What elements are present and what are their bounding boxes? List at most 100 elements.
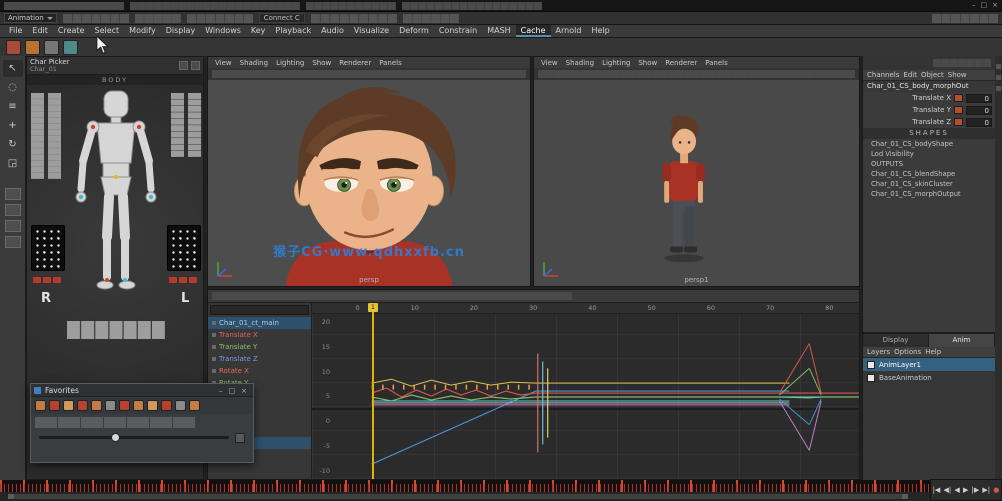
layout-button[interactable]	[5, 204, 21, 216]
channelbox-menu-item[interactable]: Show	[948, 71, 967, 79]
shelf-icon[interactable]	[25, 40, 40, 55]
object-name[interactable]: Char_01_CS_body_morphOut	[863, 81, 995, 92]
range-handle-start[interactable]	[8, 494, 14, 499]
window-control-button[interactable]: □	[981, 0, 988, 11]
sidebar-toggle-icon[interactable]	[996, 64, 1001, 69]
menu-item[interactable]: Help	[586, 25, 614, 37]
channel-row[interactable]: Char_01_ct_main	[208, 317, 311, 329]
playback-button[interactable]: |▶	[971, 486, 979, 494]
tool-icon[interactable]	[105, 400, 116, 411]
keyed-indicator[interactable]	[954, 118, 963, 126]
history-icons[interactable]	[311, 14, 397, 23]
layer-checkbox[interactable]	[867, 361, 875, 369]
menu-item[interactable]: Modify	[124, 25, 161, 37]
search-input[interactable]	[210, 305, 309, 315]
file-icons[interactable]	[63, 14, 129, 23]
viewport-menu-item[interactable]: Shading	[237, 59, 271, 67]
picker-buttons-bottom[interactable]	[67, 321, 165, 339]
current-frame-flag[interactable]: 1	[368, 303, 378, 312]
playback-button[interactable]: ▶	[963, 486, 968, 494]
menu-item[interactable]: Playback	[270, 25, 316, 37]
menu-item[interactable]: Deform	[394, 25, 434, 37]
channel-row[interactable]: Translate Z	[208, 353, 311, 365]
tool-icon[interactable]	[63, 400, 74, 411]
channel-attr-row[interactable]: Translate Z 0	[863, 116, 995, 128]
layer-menu-item[interactable]: Options	[894, 348, 921, 356]
window-control-button[interactable]: ×	[238, 387, 250, 395]
layer-menu-item[interactable]: Layers	[867, 348, 890, 356]
menu-item[interactable]: Edit	[27, 25, 53, 37]
tool-button[interactable]: ◲	[3, 155, 23, 172]
viewport-menu-item[interactable]: View	[212, 59, 235, 67]
tool-icon[interactable]	[147, 400, 158, 411]
tool-button[interactable]: ↖	[3, 60, 23, 77]
anim-layer-row[interactable]: BaseAnimation	[863, 371, 995, 384]
tool-button[interactable]: ◌	[3, 79, 23, 96]
layer-checkbox[interactable]	[867, 374, 875, 382]
tool-icon[interactable]	[133, 400, 144, 411]
menu-item[interactable]: Visualize	[349, 25, 394, 37]
menu-item[interactable]: Display	[161, 25, 201, 37]
graph-canvas-area[interactable]: 01020304050607080 20151050-5-10	[312, 303, 859, 479]
viewport-menu-item[interactable]: Panels	[702, 59, 731, 67]
shelf-icon[interactable]	[63, 40, 78, 55]
playback-button[interactable]: ▶|	[982, 486, 990, 494]
menu-item[interactable]: Create	[53, 25, 90, 37]
tool-icon[interactable]	[175, 400, 186, 411]
slider-knob[interactable]	[111, 433, 120, 442]
picker-character-rig[interactable]	[67, 85, 165, 325]
viewport-toolbar-icons[interactable]	[538, 70, 855, 79]
layer-menu-item[interactable]: Help	[925, 348, 941, 356]
viewport-canvas[interactable]: persp1	[534, 80, 859, 286]
tool-button[interactable]: +	[3, 117, 23, 134]
floating-window-titlebar[interactable]: Favorites –□×	[31, 384, 253, 397]
window-control-button[interactable]: –	[216, 387, 226, 395]
tool-icon[interactable]	[77, 400, 88, 411]
viewport-menu-item[interactable]: Lighting	[599, 59, 633, 67]
titlebar-icons[interactable]	[4, 2, 124, 10]
range-handle-end[interactable]	[902, 494, 908, 499]
picker-buttons-right[interactable]	[171, 93, 201, 157]
sidebar-toggle-icon[interactable]	[996, 75, 1001, 80]
layout-button[interactable]	[5, 220, 21, 232]
viewport-menu-item[interactable]: View	[538, 59, 561, 67]
menu-item[interactable]: Audio	[316, 25, 349, 37]
tween-slider[interactable]	[39, 436, 229, 439]
layout-button[interactable]	[5, 236, 21, 248]
viewport-menu-item[interactable]: Show	[309, 59, 334, 67]
titlebar-icons[interactable]	[402, 2, 542, 10]
render-icons[interactable]	[403, 14, 459, 23]
menu-item[interactable]: MASH	[482, 25, 515, 37]
time-slider[interactable]	[0, 480, 930, 492]
panel-toggle-icons[interactable]	[933, 59, 991, 68]
range-bar[interactable]	[8, 494, 908, 499]
layout-button[interactable]	[5, 188, 21, 200]
keyed-indicator[interactable]	[954, 106, 963, 114]
menu-item[interactable]: Key	[246, 25, 271, 37]
shape-node-row[interactable]: Lod Visibility	[863, 149, 995, 159]
playback-button[interactable]: ●	[993, 486, 999, 494]
viewport-canvas[interactable]: 猴子CG·www.qdhxxfb.cn persp	[208, 80, 530, 286]
tool-button[interactable]: ↻	[3, 136, 23, 153]
graph-toolbar-icons[interactable]	[212, 292, 572, 301]
tool-button[interactable]: ≡	[3, 98, 23, 115]
tool-icon[interactable]	[189, 400, 200, 411]
tool-icon[interactable]	[91, 400, 102, 411]
shape-node-row[interactable]: Char_01_CS_blendShape	[863, 169, 995, 179]
window-control-button[interactable]: ×	[992, 0, 998, 11]
channel-row[interactable]: Translate Y	[208, 341, 311, 353]
picker-buttons-left[interactable]	[31, 93, 61, 179]
shape-node-row[interactable]: OUTPUTS	[863, 159, 995, 169]
tool-icon[interactable]	[119, 400, 130, 411]
viewport-menu-item[interactable]: Show	[635, 59, 660, 67]
range-slider[interactable]	[0, 492, 930, 501]
playhead[interactable]: 1	[372, 303, 374, 479]
shelf-icon[interactable]	[6, 40, 21, 55]
picker-face-board-right[interactable]	[167, 225, 201, 271]
titlebar-icons[interactable]	[306, 2, 396, 10]
channel-attr-row[interactable]: Translate Y 0	[863, 104, 995, 116]
menu-item[interactable]: File	[4, 25, 27, 37]
shape-node-row[interactable]: Char_01_CS_skinCluster	[863, 179, 995, 189]
channelbox-menu-item[interactable]: Object	[921, 71, 944, 79]
channel-attr-row[interactable]: Translate X 0	[863, 92, 995, 104]
